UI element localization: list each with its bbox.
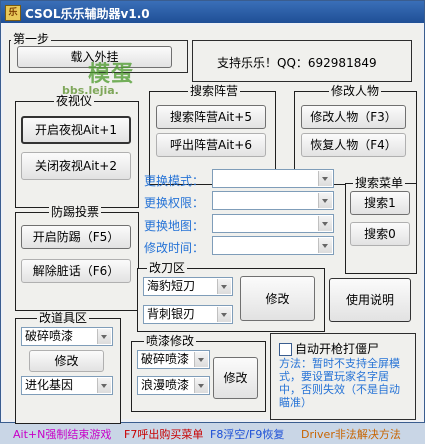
search-menu-label: 搜索菜单 [353,176,406,190]
main-window: 乐 CSOL乐乐辅助器v1.0 第一步 载入外挂 模蛋 bbs.lejia. 支… [0,0,425,441]
modify-character-button[interactable]: 修改人物（F3） [301,105,406,129]
night-vision-off-button[interactable]: 关闭夜视Ait+2 [21,152,131,180]
knife-combo-2[interactable]: 背刺银刃 [143,305,233,324]
clear-profanity-button[interactable]: 解除脏话（F6） [21,259,131,283]
footer-hint-force-quit: Ait+N强制结束游戏 [13,428,112,441]
modify-time-combo[interactable] [212,236,334,255]
knife-modify-button[interactable]: 修改 [240,276,315,321]
prop-area-label: 改道具区 [37,311,90,325]
search-camp-button[interactable]: 搜索阵营Ait+5 [156,105,266,129]
change-mode-label: 更换模式： [144,174,205,188]
footer-hint-float: F8浮空/F9恢复 [210,428,285,441]
anti-kick-on-button[interactable]: 开启防踢（F5） [21,225,131,249]
step-one-label: 第一步 [11,32,52,46]
chevron-down-icon[interactable] [97,378,111,393]
change-map-combo[interactable] [212,214,334,233]
chevron-down-icon[interactable] [217,307,231,322]
anti-kick-label: 防踢投票 [49,205,102,219]
app-logo-icon: 乐 [5,5,21,21]
change-mode-combo[interactable] [212,169,334,188]
footer-hint-buy-menu: F7呼出购买菜单 [124,428,204,441]
site-watermark: 模蛋 bbs.lejia. [62,56,162,98]
spray-combo-2[interactable]: 浪漫喷漆 [137,376,210,395]
auto-fire-label: 自动开枪打僵尸 [295,342,380,356]
modify-character-label: 修改人物 [329,84,382,98]
prop-combo-2[interactable]: 进化基因 [21,376,113,395]
footer-hints: Ait+N强制结束游戏 F7呼出购买菜单 F8浮空/F9恢复 Driver非法解… [7,427,424,444]
prop-modify-button[interactable]: 修改 [29,350,104,372]
chevron-down-icon[interactable] [318,238,332,253]
restore-character-button[interactable]: 恢复人物（F4） [301,133,406,157]
chevron-down-icon[interactable] [194,352,208,367]
knife-combo-1[interactable]: 海豹短刀 [143,277,233,296]
prop-combo-1[interactable]: 破碎喷漆 [21,327,113,346]
night-vision-on-button[interactable]: 开启夜视Ait+1 [21,116,131,144]
call-camp-button[interactable]: 呼出阵营Ait+6 [156,133,266,157]
chevron-down-icon[interactable] [318,193,332,208]
night-vision-label: 夜视仪 [54,94,95,108]
spray-modify-label: 喷漆修改 [144,334,197,348]
chevron-down-icon[interactable] [194,378,208,393]
chevron-down-icon[interactable] [97,329,111,344]
client-area: 第一步 载入外挂 模蛋 bbs.lejia. 支持乐乐！QQ：692981849… [4,26,421,441]
spray-modify-button[interactable]: 修改 [213,357,258,399]
chevron-down-icon[interactable] [217,279,231,294]
search-camp-label: 搜索阵营 [188,84,241,98]
search1-button[interactable]: 搜索1 [350,191,410,215]
title-bar[interactable]: 乐 CSOL乐乐辅助器v1.0 [1,1,424,23]
auto-fire-checkbox[interactable] [279,343,292,356]
change-permission-label: 更换权限： [144,196,205,210]
window-title: CSOL乐乐辅助器v1.0 [25,7,150,21]
chevron-down-icon[interactable] [318,216,332,231]
change-map-label: 更换地图： [144,219,205,233]
auto-fire-method-text: 方法：暂时不支持全屏模式，要设置玩家名字居中，否则失效（不是自动瞄准） [279,357,400,409]
help-button[interactable]: 使用说明 [329,278,411,322]
chevron-down-icon[interactable] [318,171,332,186]
support-text: 支持乐乐！QQ：692981849 [217,56,377,70]
knife-area-label: 改刀区 [147,261,188,275]
search0-button[interactable]: 搜索0 [350,222,410,246]
spray-combo-1[interactable]: 破碎喷漆 [137,350,210,369]
change-permission-combo[interactable] [212,191,334,210]
modify-time-label: 修改时间： [144,241,205,255]
footer-hint-driver: Driver非法解决方法 [301,428,401,441]
